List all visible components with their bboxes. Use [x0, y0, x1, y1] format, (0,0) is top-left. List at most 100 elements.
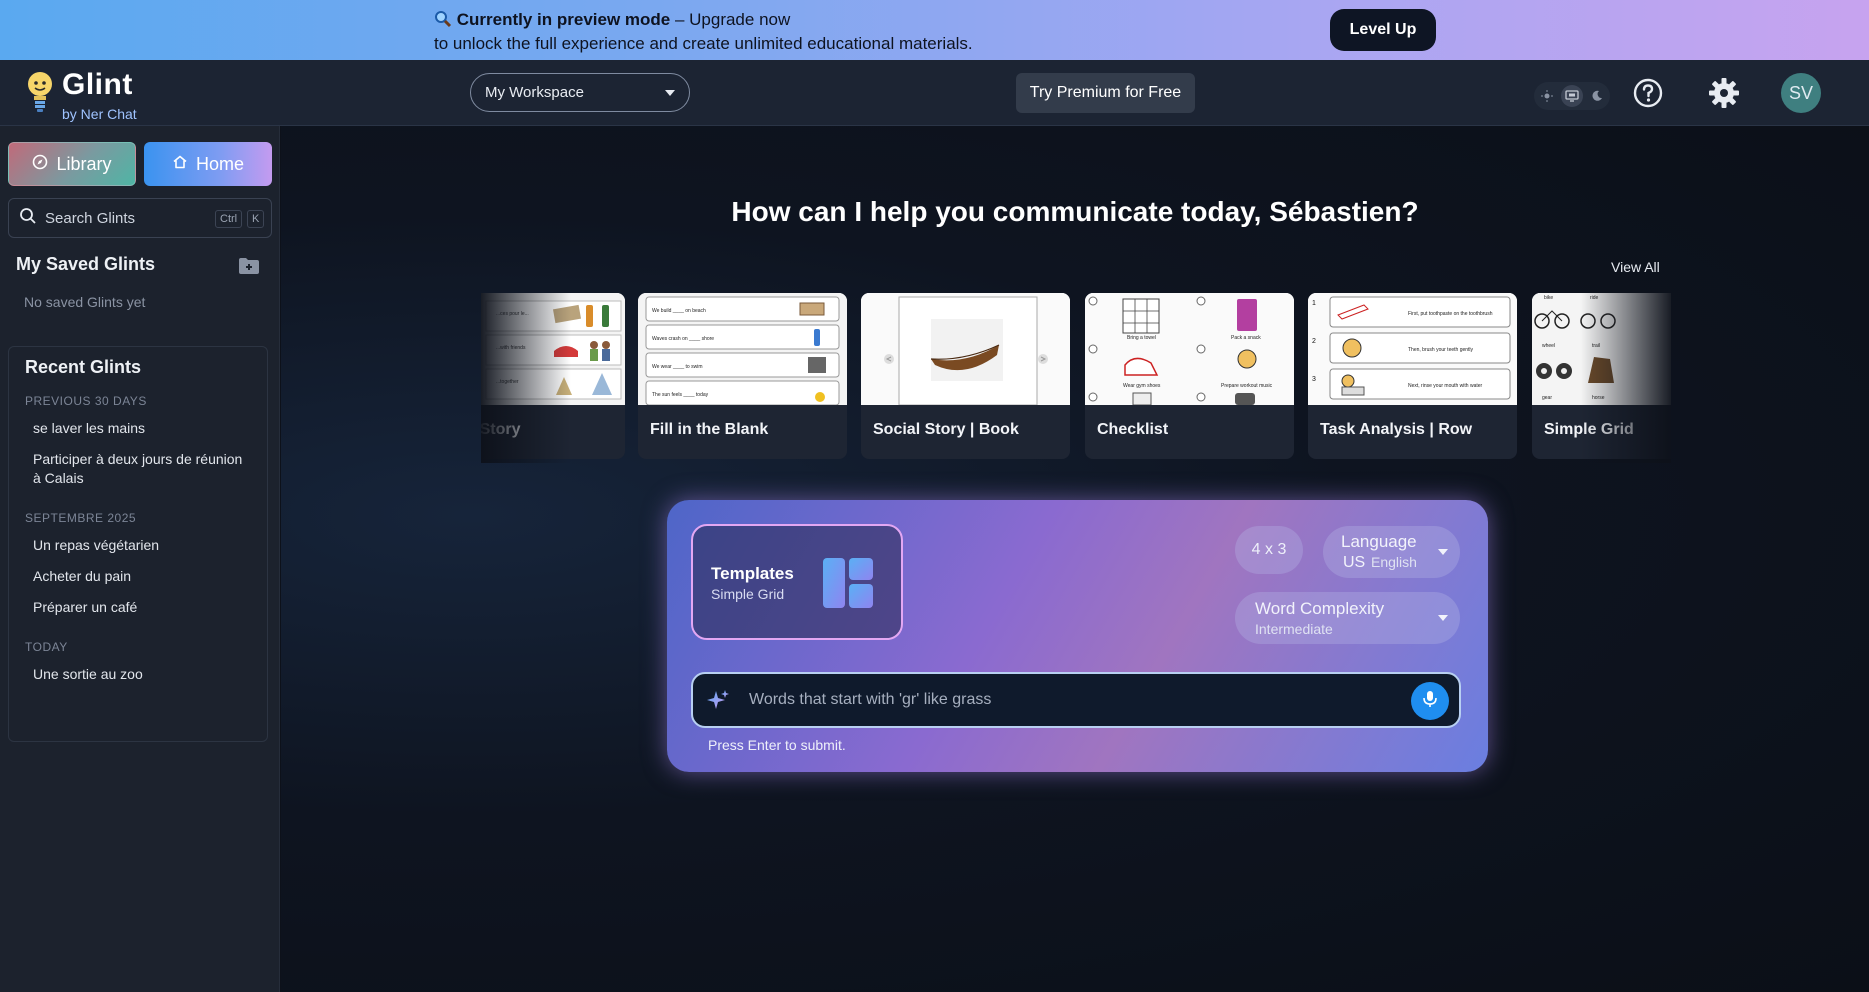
template-card-label: Checklist [1097, 421, 1169, 438]
task-step-2: Then, brush your teeth gently [1408, 347, 1474, 353]
library-button[interactable]: Library [8, 142, 136, 186]
grid-word-4: trail [1592, 343, 1600, 349]
search-glints-input[interactable]: Search Glints Ctrl K [8, 198, 272, 238]
main-content: How can I help you communicate today, Sé… [281, 126, 1869, 992]
template-card-label: Task Analysis | Row [1320, 421, 1473, 438]
checklist-item-1: Bring a towel [1127, 335, 1156, 341]
template-card-fill-in-the-blank[interactable]: We build ____ on beach Waves crash on __… [638, 293, 847, 459]
grid-word-1: bike [1544, 295, 1553, 301]
templates-button[interactable]: Templates Simple Grid [691, 524, 903, 640]
template-thumbnail [861, 293, 1070, 406]
template-thumbnail: 1 2 3 First, put toothpaste on the tooth… [1308, 293, 1517, 405]
compass-icon [32, 154, 48, 175]
level-up-button[interactable]: Level Up [1330, 9, 1436, 51]
template-thumbnail: ...ces pour le... ...with friends ...tog… [481, 293, 625, 405]
recent-glints-list: PREVIOUS 30 DAYS se laver les mains Part… [9, 385, 267, 690]
svg-text:1: 1 [1312, 300, 1316, 307]
template-card-social-story[interactable]: ...ces pour le... ...with friends ...tog… [481, 293, 625, 459]
grid-word-5: gear [1542, 395, 1552, 401]
template-card-social-story-book[interactable]: Social Story | Book [861, 293, 1070, 459]
svg-text:2: 2 [1312, 338, 1316, 345]
workspace-select[interactable]: My Workspace [470, 73, 690, 112]
gear-icon[interactable] [1707, 76, 1741, 110]
blank-line-4: The sun feels ____ today [652, 392, 709, 398]
list-item[interactable]: Préparer un café [9, 592, 267, 623]
template-card-simple-grid[interactable]: bike ride wheel trail gear horse Simple … [1532, 293, 1671, 459]
try-premium-button[interactable]: Try Premium for Free [1016, 73, 1195, 113]
view-all-link[interactable]: View All [1611, 259, 1660, 275]
templates-selected: Simple Grid [711, 586, 785, 602]
template-card-label: Social Story | Book [873, 421, 1019, 438]
list-item[interactable]: Un repas végétarien [9, 530, 267, 561]
app-byline: by Ner Chat [62, 106, 137, 122]
home-button[interactable]: Home [144, 142, 272, 186]
template-card-label: Fill in the Blank [650, 421, 769, 438]
chevron-down-icon [665, 90, 675, 96]
prompt-input[interactable] [749, 688, 1389, 712]
preview-mode-upgrade: – Upgrade now [670, 10, 791, 29]
preview-mode-line2: to unlock the full experience and create… [434, 34, 973, 53]
group-label: TODAY [25, 640, 68, 654]
theme-toggle[interactable] [1534, 82, 1610, 110]
home-icon [172, 154, 188, 175]
magnifier-icon [434, 10, 457, 29]
shortcut-k: K [247, 210, 265, 228]
template-thumbnail: Bring a towel Pack a snack Wear gym shoe… [1085, 293, 1294, 406]
saved-glints-title: My Saved Glints [16, 254, 156, 274]
template-card-label: Simple Grid [1544, 421, 1634, 438]
avatar[interactable]: SV [1781, 73, 1821, 113]
list-item[interactable]: Participer à deux jours de réunion à Cal… [9, 444, 267, 494]
preview-banner: Currently in preview mode – Upgrade now … [0, 0, 1869, 60]
language-select[interactable]: Language US English [1323, 526, 1460, 578]
preview-mode-strong: Currently in preview mode [456, 10, 671, 29]
recent-glints-title: Recent Glints [25, 357, 142, 377]
layout-grid-icon [823, 558, 873, 613]
story-line-3: ...together [496, 379, 519, 385]
template-card-checklist[interactable]: Bring a towel Pack a snack Wear gym shoe… [1085, 293, 1294, 459]
system-theme-icon[interactable] [1560, 85, 1583, 107]
template-thumbnail: We build ____ on beach Waves crash on __… [638, 293, 847, 406]
blank-line-2: Waves crash on ____ shore [652, 336, 714, 342]
list-item[interactable]: Une sortie au zoo [9, 659, 267, 690]
prompt-input-box [691, 672, 1461, 728]
word-complexity-select[interactable]: Word Complexity Intermediate [1235, 592, 1460, 644]
language-flag: US [1343, 554, 1366, 571]
glint-logo[interactable]: Glint by Ner Chat [26, 68, 146, 122]
task-step-1: First, put toothpaste on the toothbrush [1408, 311, 1493, 317]
chevron-down-icon [1438, 549, 1448, 555]
no-saved-message: No saved Glints yet [24, 294, 146, 310]
app-name: Glint [62, 68, 133, 101]
moon-icon[interactable] [1586, 85, 1608, 107]
submit-hint: Press Enter to submit. [708, 737, 846, 753]
top-header: Glint by Ner Chat My Workspace Try Premi… [0, 60, 1869, 126]
language-value: English [1371, 554, 1417, 570]
shortcut-ctrl: Ctrl [215, 210, 243, 228]
library-label: Library [56, 153, 112, 174]
template-card-label: Social Story [481, 421, 521, 438]
complexity-value: Intermediate [1255, 621, 1333, 637]
home-label: Home [195, 153, 244, 174]
grid-word-2: ride [1590, 295, 1599, 301]
help-icon[interactable] [1632, 77, 1664, 109]
checklist-item-3: Wear gym shoes [1123, 383, 1161, 389]
svg-text:3: 3 [1312, 376, 1316, 383]
search-placeholder: Search Glints [45, 209, 136, 227]
sun-icon[interactable] [1536, 85, 1558, 107]
checklist-item-2: Pack a snack [1231, 335, 1261, 341]
recent-glints-panel: Recent Glints PREVIOUS 30 DAYS se laver … [8, 346, 268, 742]
list-item[interactable]: Acheter du pain [9, 561, 267, 592]
group-label: PREVIOUS 30 DAYS [25, 394, 147, 408]
chevron-down-icon [1438, 615, 1448, 621]
search-icon [19, 207, 37, 230]
sparkle-icon [705, 688, 731, 719]
grid-size-chip[interactable]: 4 x 3 [1235, 526, 1303, 574]
group-label: SEPTEMBRE 2025 [25, 511, 137, 525]
new-folder-icon[interactable] [238, 257, 260, 275]
microphone-button[interactable] [1411, 682, 1449, 720]
list-item[interactable]: se laver les mains [9, 413, 267, 444]
task-step-3: Next, rinse your mouth with water [1408, 383, 1483, 389]
preview-message: Currently in preview mode – Upgrade now … [434, 8, 973, 56]
story-line-2: ...with friends [496, 345, 526, 351]
prompt-panel: Templates Simple Grid 4 x 3 Language US … [667, 500, 1488, 772]
template-card-task-analysis-row[interactable]: 1 2 3 First, put toothpaste on the tooth… [1308, 293, 1517, 459]
